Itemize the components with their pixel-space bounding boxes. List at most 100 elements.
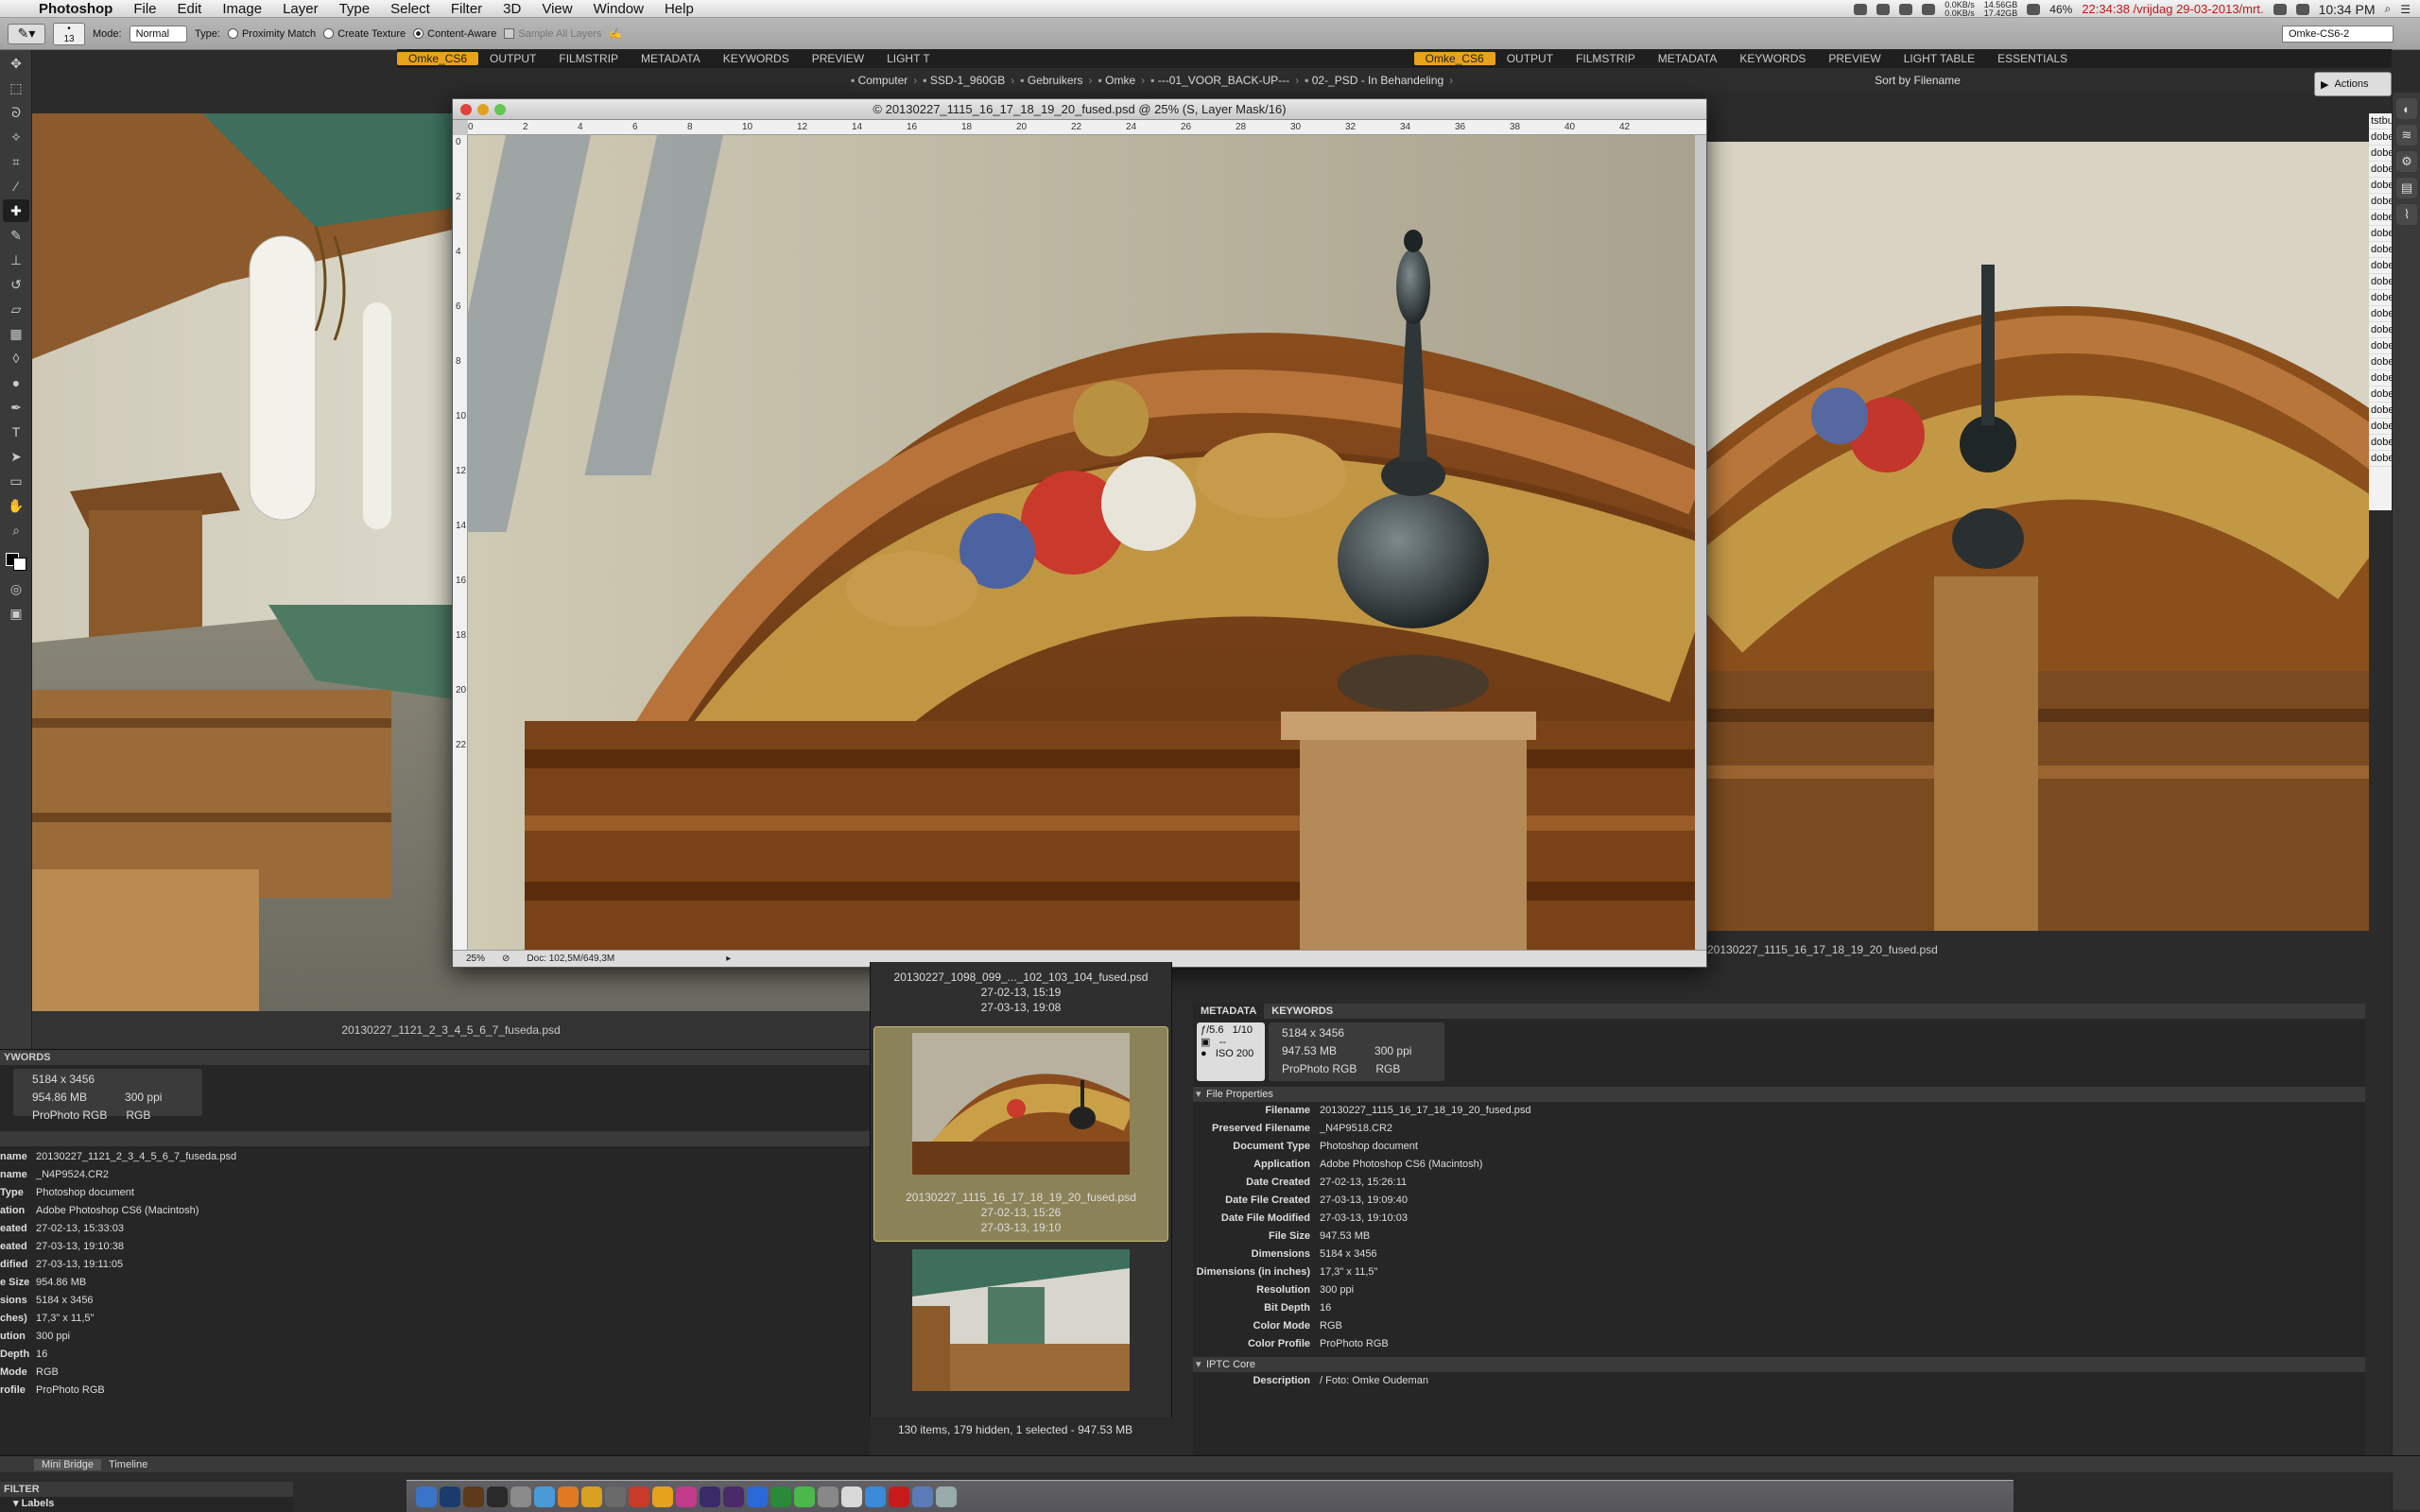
pressure-icon[interactable]: ✍ xyxy=(609,27,622,40)
brush-picker[interactable]: • 13 xyxy=(53,22,85,45)
create-texture-radio[interactable] xyxy=(323,28,335,40)
meta-value[interactable]: Photoshop document xyxy=(1320,1138,1418,1156)
workspace-tab-light-table[interactable]: LIGHT TABLE xyxy=(1893,52,1986,65)
mode-select[interactable]: Normal xyxy=(129,25,188,43)
quick-mask-icon[interactable]: ◎ xyxy=(3,577,29,600)
list-item[interactable]: dobe xyxy=(2369,146,2392,162)
app-store-icon[interactable] xyxy=(865,1486,886,1507)
hand-tool-icon[interactable]: ✋ xyxy=(3,494,29,517)
tray-app-icon[interactable] xyxy=(1854,3,1868,15)
meta-value[interactable]: Adobe Photoshop CS6 (Macintosh) xyxy=(1320,1156,1482,1174)
list-item[interactable]: dobe xyxy=(2369,129,2392,146)
safari-icon[interactable] xyxy=(534,1486,555,1507)
minimize-icon[interactable] xyxy=(477,104,489,115)
meta-value[interactable]: 300 ppi xyxy=(1320,1281,1354,1299)
crop-tool-icon[interactable]: ⌗ xyxy=(3,150,29,173)
list-item[interactable]: dobe xyxy=(2369,194,2392,210)
messages-icon[interactable] xyxy=(794,1486,815,1507)
dodge-tool-icon[interactable]: ● xyxy=(3,371,29,394)
meta-value[interactable]: 5184 x 3456 xyxy=(1320,1246,1377,1263)
chrome-icon[interactable] xyxy=(581,1486,602,1507)
close-icon[interactable] xyxy=(460,104,472,115)
healing-brush-tool-icon[interactable]: ✚ xyxy=(3,199,29,222)
workspace-tab-light[interactable]: LIGHT T xyxy=(875,52,942,65)
menu-window[interactable]: Window xyxy=(583,1,654,17)
doc-size[interactable]: Doc: 102,5M/649,3M xyxy=(527,954,614,964)
downloads-folder-icon[interactable] xyxy=(912,1486,933,1507)
tray-drive-icon[interactable] xyxy=(1899,3,1913,15)
notification-list-icon[interactable]: ☰ xyxy=(2400,3,2411,16)
create-texture-option[interactable]: Create Texture xyxy=(323,28,406,40)
left-meta-tab[interactable]: YWORDS xyxy=(0,1050,870,1065)
zoom-level[interactable]: 25% xyxy=(466,954,485,964)
workspace-select[interactable]: Omke-CS6-2 xyxy=(2282,26,2394,43)
list-item[interactable]: dobe xyxy=(2369,162,2392,178)
right-preview-image[interactable] xyxy=(1707,142,2369,931)
crumb-backup[interactable]: ---01_VOOR_BACK-UP--- xyxy=(1150,74,1289,87)
zoom-icon[interactable] xyxy=(494,104,506,115)
crumb-ssd[interactable]: SSD-1_960GB xyxy=(923,74,1005,87)
thumbnail-item[interactable]: 20130227_1098_099_..._102_103_104_fused.… xyxy=(871,962,1171,1015)
menu-file[interactable]: File xyxy=(123,1,166,17)
indesign-icon[interactable] xyxy=(676,1486,697,1507)
workspace-tab-output[interactable]: OUTPUT xyxy=(478,52,547,65)
gradient-tool-icon[interactable]: ▦ xyxy=(3,322,29,345)
tray-bell-icon[interactable] xyxy=(1876,3,1891,15)
menu-type[interactable]: Type xyxy=(329,1,381,17)
menu-edit[interactable]: Edit xyxy=(167,1,213,17)
proximity-match-radio[interactable] xyxy=(227,28,238,40)
terminal-icon[interactable] xyxy=(605,1486,626,1507)
vertical-ruler[interactable]: 0 2 4 6 8 10 12 14 16 18 20 22 xyxy=(453,135,468,950)
eraser-tool-icon[interactable]: ▱ xyxy=(3,298,29,320)
bridge-icon[interactable] xyxy=(463,1486,484,1507)
menu-layer[interactable]: Layer xyxy=(272,1,329,17)
adjustments-panel-icon[interactable]: ⚙ xyxy=(2396,151,2417,172)
history-brush-tool-icon[interactable]: ↺ xyxy=(3,273,29,296)
workspace-tab-omke[interactable]: Omke_CS6 xyxy=(397,52,479,65)
content-aware-option[interactable]: Content-Aware xyxy=(413,28,496,40)
volume-icon[interactable] xyxy=(2295,3,2309,15)
network-monitor[interactable]: 0.0KB/s 0.0KB/s xyxy=(1945,0,1975,18)
move-tool-icon[interactable]: ✥ xyxy=(3,52,29,75)
list-item[interactable]: dobe xyxy=(2369,274,2392,290)
photoshop-icon[interactable] xyxy=(440,1486,460,1507)
bluetooth-icon[interactable] xyxy=(2027,3,2041,15)
tab-metadata[interactable]: METADATA xyxy=(1193,1004,1265,1019)
disk-monitor[interactable]: 14.56GB 17.42GB xyxy=(1984,0,2018,18)
tab-keywords[interactable]: KEYWORDS xyxy=(1264,1004,1340,1019)
crumb-computer[interactable]: Computer xyxy=(851,74,908,87)
list-item[interactable]: dobe xyxy=(2369,338,2392,354)
list-item[interactable]: dobe xyxy=(2369,354,2392,370)
trash-icon[interactable] xyxy=(936,1486,957,1507)
list-item[interactable]: dobe xyxy=(2369,258,2392,274)
zoom-tool-icon[interactable]: ⌕ xyxy=(3,519,29,541)
thumbnail-item[interactable] xyxy=(912,1249,1130,1391)
clock[interactable]: 10:34 PM xyxy=(2319,2,2376,17)
description-value[interactable]: / Foto: Omke Oudeman xyxy=(1320,1372,1428,1390)
document-canvas[interactable] xyxy=(468,135,1695,950)
acrobat-icon[interactable] xyxy=(889,1486,909,1507)
after-effects-icon[interactable] xyxy=(700,1486,720,1507)
tab-timeline[interactable]: Timeline xyxy=(101,1459,155,1470)
workspace-tab-keywords-2[interactable]: KEYWORDS xyxy=(1728,52,1817,65)
workspace-tab-metadata[interactable]: METADATA xyxy=(630,52,712,65)
textedit-icon[interactable] xyxy=(841,1486,862,1507)
illustrator-icon[interactable] xyxy=(652,1486,673,1507)
labels-row[interactable]: ▾ Labels xyxy=(0,1497,293,1509)
menu-3d[interactable]: 3D xyxy=(493,1,531,17)
meta-value[interactable]: RGB xyxy=(1320,1317,1342,1335)
meta-value[interactable]: _N4P9518.CR2 xyxy=(1320,1120,1392,1138)
meta-value[interactable]: 27-02-13, 15:26:11 xyxy=(1320,1174,1407,1192)
quick-selection-tool-icon[interactable]: ✧ xyxy=(3,126,29,148)
workspace-tab-preview[interactable]: PREVIEW xyxy=(801,52,875,65)
calendar-icon[interactable] xyxy=(629,1486,649,1507)
list-item[interactable]: dobe xyxy=(2369,387,2392,403)
menu-image[interactable]: Image xyxy=(212,1,272,17)
color-panel-icon[interactable]: ◐ xyxy=(2396,98,2417,119)
channels-panel-icon[interactable]: ▤ xyxy=(2396,178,2417,198)
battery-percent[interactable]: 46% xyxy=(2049,3,2072,16)
color-swatches-icon[interactable] xyxy=(3,543,29,576)
tray-media-icon[interactable] xyxy=(1922,3,1936,15)
workspace-tab-output-2[interactable]: OUTPUT xyxy=(1495,52,1564,65)
crumb-omke[interactable]: Omke xyxy=(1098,74,1135,87)
